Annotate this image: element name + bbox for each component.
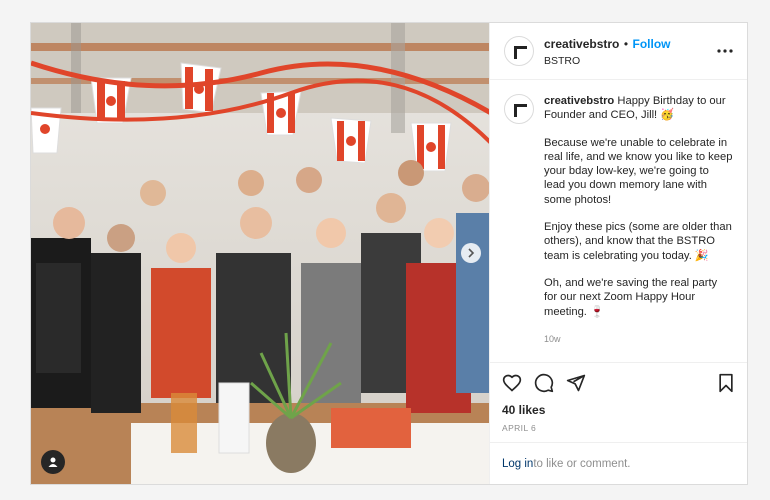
next-photo-button[interactable] xyxy=(461,243,481,263)
post-header: creativebstro • Follow BSTRO xyxy=(490,23,747,80)
bookmark-icon[interactable] xyxy=(717,373,735,393)
action-bar: 40 likes APRIL 6 xyxy=(490,362,747,442)
more-horizontal-icon[interactable] xyxy=(717,49,733,53)
heart-icon[interactable] xyxy=(502,373,522,393)
comment-icon[interactable] xyxy=(534,373,554,393)
caption-time[interactable]: 10w xyxy=(544,332,733,346)
caption-para4: Oh, and we're saving the real party for … xyxy=(544,276,718,318)
caption-para2: Because we're unable to celebrate in rea… xyxy=(544,136,733,206)
caption-para3: Enjoy these pics (some are older than ot… xyxy=(544,221,732,262)
post-card: creativebstro • Follow BSTRO creativebst… xyxy=(30,22,748,485)
caption-avatar[interactable] xyxy=(504,94,534,124)
caption-area: creativebstro Happy Birthday to our Foun… xyxy=(490,80,747,362)
login-text: to like or comment. xyxy=(533,457,631,470)
user-icon xyxy=(48,457,58,467)
caption: creativebstro Happy Birthday to our Foun… xyxy=(544,94,733,362)
post-side-panel: creativebstro • Follow BSTRO creativebst… xyxy=(489,23,747,484)
caption-username[interactable]: creativebstro xyxy=(544,95,614,107)
login-prompt: Log in to like or comment. xyxy=(490,442,747,484)
avatar[interactable] xyxy=(504,36,534,66)
chevron-right-icon xyxy=(468,248,475,258)
location-link[interactable]: BSTRO xyxy=(544,55,717,67)
tagged-users-button[interactable] xyxy=(41,450,65,474)
share-icon[interactable] xyxy=(566,373,586,393)
post-photo[interactable] xyxy=(31,23,489,484)
login-link[interactable]: Log in xyxy=(502,458,533,470)
header-username[interactable]: creativebstro xyxy=(544,37,619,51)
post-date: APRIL 6 xyxy=(502,423,537,433)
separator-dot: • xyxy=(623,37,629,51)
likes-count[interactable]: 40 likes xyxy=(502,403,735,417)
follow-button[interactable]: Follow xyxy=(632,37,670,51)
party-photo-image xyxy=(31,23,489,484)
